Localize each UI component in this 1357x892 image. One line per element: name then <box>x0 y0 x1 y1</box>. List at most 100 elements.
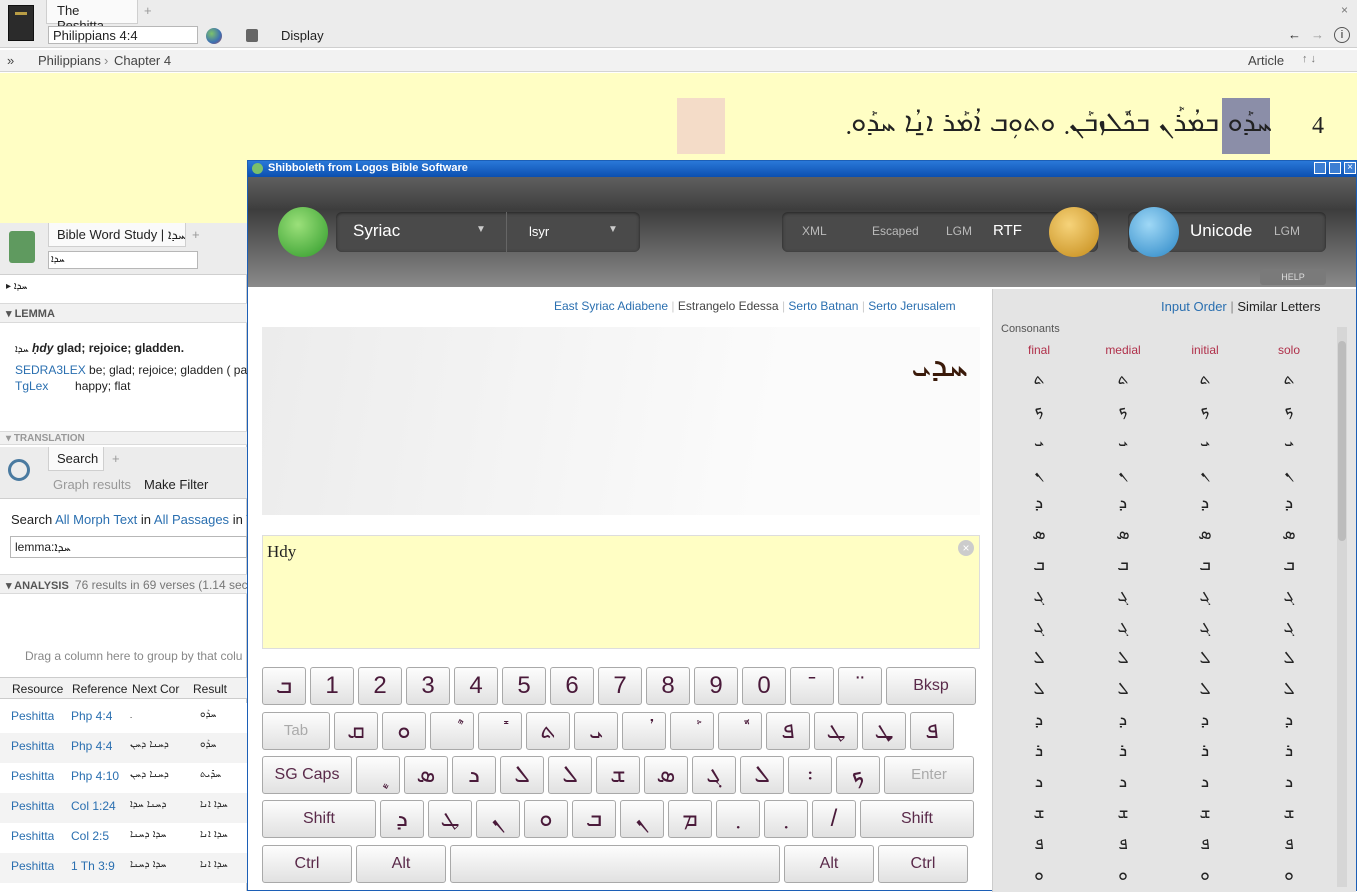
help-button[interactable]: HELP <box>1260 269 1326 285</box>
font-east-syriac[interactable]: East Syriac Adiabene <box>554 299 668 313</box>
table-row[interactable]: Peshitta Php 4:10 ܕܚܢܐ ܕܚܢ ܚܕܺܝܬ <box>0 763 247 793</box>
key[interactable]: ܢ <box>476 800 520 838</box>
key[interactable]: 7 <box>598 667 642 705</box>
new-tab-button[interactable]: + <box>144 3 152 18</box>
letter-glyph[interactable]: ܪ <box>1185 741 1225 761</box>
tab-peshitta[interactable]: The Peshitta <box>46 0 138 33</box>
table-row[interactable]: Peshitta Php 4:4 ܕܚܢܐ ܕܚܢ ܚܕܰܘ <box>0 733 247 763</box>
letter-glyph[interactable]: ܠ <box>1019 679 1059 699</box>
morph-link[interactable]: All Morph Text <box>55 512 137 527</box>
cell-resource[interactable]: Peshitta <box>11 829 54 843</box>
letter-glyph[interactable]: ܒ <box>1103 555 1143 575</box>
key[interactable]: ܦ <box>766 712 810 750</box>
article-menu[interactable]: Article <box>1248 53 1284 68</box>
visual-filter-icon[interactable] <box>206 28 222 44</box>
key-tab[interactable]: Tab <box>262 712 330 750</box>
letter-glyph[interactable]: ܦ <box>1185 834 1225 854</box>
letter-glyph[interactable]: ܟ <box>1185 400 1225 420</box>
letter-glyph[interactable]: ܢ <box>1269 462 1309 482</box>
key[interactable]: ܒ <box>572 800 616 838</box>
letter-glyph[interactable]: ܒ <box>1185 555 1225 575</box>
letter-glyph[interactable]: ܓ <box>1269 617 1309 637</box>
letter-glyph[interactable]: ܓ <box>1103 617 1143 637</box>
key-space[interactable] <box>450 845 780 883</box>
translation-header[interactable]: ▾ TRANSLATION <box>0 431 247 445</box>
letter-glyph[interactable]: ܪ <box>1269 741 1309 761</box>
chevron-down-icon[interactable]: ▼ <box>608 224 618 235</box>
letter-glyph[interactable]: ܣ <box>1019 524 1059 544</box>
letter-glyph[interactable]: ܠ <box>1103 679 1143 699</box>
letter-glyph[interactable]: ܬ <box>1269 369 1309 389</box>
letter-glyph[interactable]: ܟ <box>1103 400 1143 420</box>
input-text[interactable]: Hdy <box>267 542 296 562</box>
column-next[interactable]: Next Cor <box>132 682 179 696</box>
parallel-icon[interactable] <box>246 29 258 42</box>
format-rtf[interactable]: RTF <box>993 222 1022 239</box>
input-area[interactable]: Hdy × <box>262 535 980 649</box>
letter-glyph[interactable]: ܓ <box>1103 586 1143 606</box>
key-alt[interactable]: Alt <box>784 845 874 883</box>
key[interactable]: ܶ <box>430 712 474 750</box>
key[interactable]: ܬ <box>526 712 570 750</box>
key[interactable]: ܟ <box>836 756 880 794</box>
unicode-lgm[interactable]: LGM <box>1274 224 1300 238</box>
key[interactable]: ܫ <box>596 756 640 794</box>
cell-reference[interactable]: Col 2:5 <box>71 829 109 843</box>
lexicon-link[interactable]: TgLex <box>15 379 48 393</box>
key[interactable]: ܣ <box>644 756 688 794</box>
cell-resource[interactable]: Peshitta <box>11 769 54 783</box>
tab-search[interactable]: Search <box>48 447 104 471</box>
letter-glyph[interactable]: ܓ <box>1185 586 1225 606</box>
font-serto-jerusalem[interactable]: Serto Jerusalem <box>868 299 955 313</box>
letter-glyph[interactable]: ܦ <box>1019 834 1059 854</box>
key[interactable]: 6 <box>550 667 594 705</box>
key[interactable]: 9 <box>694 667 738 705</box>
key[interactable]: 1 <box>310 667 354 705</box>
display-menu[interactable]: Display <box>281 28 324 43</box>
key[interactable]: ܕ <box>380 800 424 838</box>
letter-glyph[interactable]: ܠ <box>1103 648 1143 668</box>
breadcrumb-chapter[interactable]: Chapter 4 <box>114 53 171 68</box>
unicode-label[interactable]: Unicode <box>1190 221 1252 241</box>
letter-glyph[interactable]: ܪ <box>1103 741 1143 761</box>
graph-results-button[interactable]: Graph results <box>53 477 131 492</box>
close-icon[interactable]: × <box>1341 3 1348 17</box>
copy-rtf-icon[interactable] <box>1049 207 1099 257</box>
key-bksp[interactable]: Bksp <box>886 667 976 705</box>
letter-glyph[interactable]: ܝ <box>1269 431 1309 451</box>
key[interactable]: ܢ <box>620 800 664 838</box>
up-arrow-icon[interactable]: ↑ ↓ <box>1302 53 1316 65</box>
breadcrumb-book[interactable]: Philippians <box>38 53 101 68</box>
analysis-header[interactable]: ▾ ANALYSIS 76 results in 69 verses (1.14… <box>0 574 252 594</box>
key[interactable]: ܜ <box>862 712 906 750</box>
minimize-icon[interactable] <box>1314 162 1326 174</box>
make-filter-button[interactable]: Make Filter <box>144 477 208 492</box>
key[interactable]: ܛ <box>814 712 858 750</box>
letter-glyph[interactable]: ܕ <box>1185 493 1225 513</box>
key[interactable]: ̄ <box>790 667 834 705</box>
letter-glyph[interactable]: ܫ <box>1019 803 1059 823</box>
letter-glyph[interactable]: ܓ <box>1019 586 1059 606</box>
letter-glyph[interactable]: ܫ <box>1103 803 1143 823</box>
lemma-header[interactable]: ▾ LEMMA <box>0 303 247 323</box>
new-tab-button[interactable]: + <box>112 451 120 466</box>
letter-glyph[interactable]: ܕ <box>1019 493 1059 513</box>
key[interactable]: ܘ <box>524 800 568 838</box>
key[interactable]: 3 <box>406 667 450 705</box>
letter-glyph[interactable]: ܓ <box>1185 617 1225 637</box>
key[interactable]: ܺ <box>478 712 522 750</box>
key[interactable]: ܦ <box>910 712 954 750</box>
letter-glyph[interactable]: ܖ <box>1185 772 1225 792</box>
tab-word-study[interactable]: Bible Word Study | ܚܕܐ <box>48 223 186 247</box>
letter-glyph[interactable]: ܖ <box>1019 772 1059 792</box>
forward-arrow-icon[interactable]: → <box>1311 27 1324 42</box>
key[interactable]: ܃ <box>788 756 832 794</box>
key[interactable]: ܝ <box>574 712 618 750</box>
key-sg-caps[interactable]: SG Caps <box>262 756 352 794</box>
maximize-icon[interactable] <box>1329 162 1341 174</box>
letter-glyph[interactable]: ܕ <box>1269 710 1309 730</box>
letter-glyph[interactable]: ܕ <box>1103 493 1143 513</box>
format-escaped[interactable]: Escaped <box>872 224 919 238</box>
key[interactable]: ܠ <box>740 756 784 794</box>
key[interactable]: ̈ <box>838 667 882 705</box>
